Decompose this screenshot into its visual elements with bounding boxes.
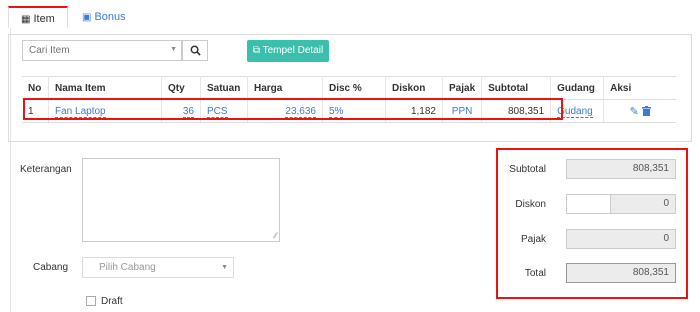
table-header: No Nama Item Qty Satuan Harga Disc % Dis… <box>22 76 676 100</box>
cell-gudang[interactable]: Gudang <box>550 99 605 123</box>
tab-bonus[interactable]: ▣ Bonus <box>70 6 150 28</box>
diskon-field[interactable]: 0 <box>566 194 676 214</box>
cell-disc[interactable]: 5% <box>322 99 386 123</box>
cubes-icon: ▦ <box>21 14 31 25</box>
draft-label: Draft <box>101 296 123 307</box>
table-row: 1 Fan Laptop 36 PCS 23,636 5% 1,182 PPN … <box>22 99 676 123</box>
col-no: No <box>22 76 49 100</box>
cell-aksi: ✎ <box>603 99 676 123</box>
paste-icon: ⧉ <box>252 45 260 56</box>
col-gudang: Gudang <box>550 76 605 100</box>
cell-pajak[interactable]: PPN <box>442 99 483 123</box>
qty-link[interactable]: 36 <box>182 105 194 118</box>
total-label: Total <box>524 268 546 279</box>
subtotal-label: Subtotal <box>509 164 546 175</box>
item-search-select[interactable]: ▼ <box>22 40 182 61</box>
search-input[interactable] <box>23 41 175 60</box>
cell-harga[interactable]: 23,636 <box>247 99 323 123</box>
col-pajak: Pajak <box>442 76 483 100</box>
cabang-label: Cabang <box>33 262 69 273</box>
harga-link[interactable]: 23,636 <box>285 105 316 118</box>
tempel-detail-button[interactable]: ⧉ Tempel Detail <box>247 40 329 62</box>
chevron-down-icon: ▼ <box>170 46 177 53</box>
diskon-value: 0 <box>663 198 669 209</box>
col-subtotal: Subtotal <box>481 76 552 100</box>
item-name-link[interactable]: Fan Laptop <box>55 105 106 118</box>
tab-bonus-label: Bonus <box>94 11 126 23</box>
gudang-link[interactable]: Gudang <box>557 105 593 118</box>
gift-icon: ▣ <box>82 12 92 23</box>
cabang-select[interactable]: Pilih Cabang ▼ <box>82 257 234 278</box>
cell-no: 1 <box>22 99 49 123</box>
draft-checkbox[interactable] <box>86 296 96 306</box>
satuan-link[interactable]: PCS <box>207 105 228 118</box>
tab-item-label: Item <box>33 13 55 25</box>
cell-nama-item[interactable]: Fan Laptop <box>48 99 162 123</box>
pajak-link[interactable]: PPN <box>452 106 473 117</box>
cell-diskon: 1,182 <box>385 99 443 123</box>
col-nama-item: Nama Item <box>48 76 162 100</box>
trash-icon[interactable] <box>641 105 651 116</box>
cell-qty[interactable]: 36 <box>161 99 201 123</box>
cabang-placeholder: Pilih Cabang <box>99 262 156 273</box>
cell-subtotal: 808,351 <box>481 99 552 123</box>
keterangan-label: Keterangan <box>20 164 72 175</box>
col-aksi: Aksi <box>603 76 676 100</box>
pencil-icon[interactable]: ✎ <box>630 106 639 118</box>
col-disc: Disc % <box>322 76 386 100</box>
subtotal-field: 808,351 <box>566 159 676 179</box>
col-qty: Qty <box>161 76 201 100</box>
diskon-input[interactable] <box>567 195 611 213</box>
pajak-field: 0 <box>566 229 676 249</box>
col-satuan: Satuan <box>200 76 248 100</box>
tempel-detail-label: Tempel Detail <box>262 45 324 56</box>
cell-satuan[interactable]: PCS <box>200 99 248 123</box>
keterangan-textarea[interactable]: ∕∕ <box>82 158 280 242</box>
pajak-label: Pajak <box>520 234 546 245</box>
diskon-label: Diskon <box>515 199 546 210</box>
item-table: No Nama Item Qty Satuan Harga Disc % Dis… <box>22 76 676 123</box>
chevron-down-icon: ▼ <box>221 264 228 271</box>
disc-link[interactable]: 5% <box>329 105 344 118</box>
col-harga: Harga <box>247 76 323 100</box>
tab-item[interactable]: ▦ Item <box>8 6 68 28</box>
resize-grip-icon[interactable]: ∕∕ <box>274 231 277 240</box>
col-diskon: Diskon <box>385 76 443 100</box>
search-icon <box>190 45 201 56</box>
total-field: 808,351 <box>566 263 676 283</box>
search-button[interactable] <box>182 40 208 61</box>
